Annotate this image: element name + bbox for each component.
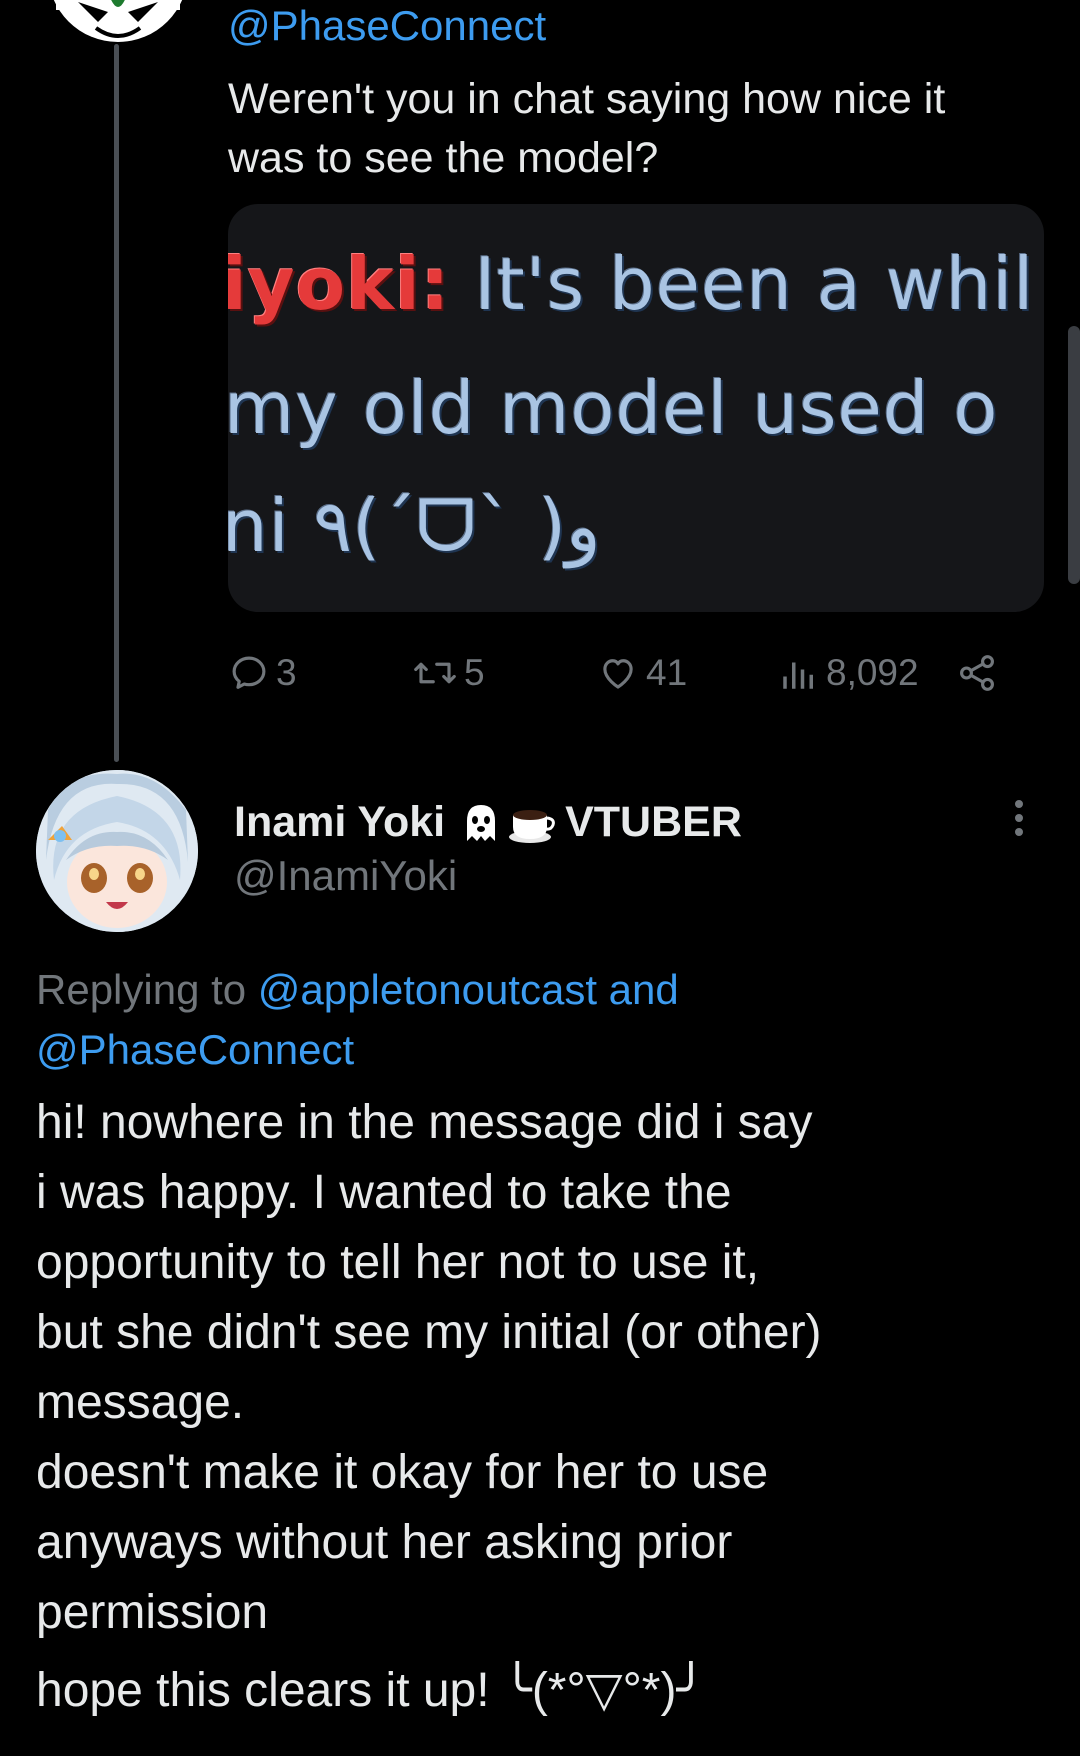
replying-to-context: Replying to @appletonoutcast and @PhaseCo…: [36, 960, 1046, 1080]
reply-button[interactable]: 3: [228, 648, 297, 698]
parent-avatar[interactable]: [38, 0, 198, 48]
more-dots-icon: [1015, 800, 1023, 836]
repost-icon: [414, 662, 456, 684]
parent-media-image[interactable]: iyoki: It's been a whil my old model use…: [228, 204, 1044, 612]
author-name-row[interactable]: Inami Yoki VTUBER: [234, 798, 742, 847]
share-icon: [960, 655, 994, 691]
reply-count: 3: [276, 652, 297, 693]
reply-text-line: doesn't make it okay for her to use: [36, 1446, 769, 1499]
ghost-icon: [467, 804, 496, 841]
name-emojis: [459, 801, 557, 845]
chat-line-1: iyoki: It's been a whil: [228, 242, 1034, 326]
replying-and[interactable]: and: [597, 966, 679, 1013]
reply-text-line: hi! nowhere in the message did i say: [36, 1096, 813, 1149]
reply-text-line: permission: [36, 1586, 269, 1639]
chat-username: iyoki:: [228, 242, 451, 326]
author-name-suffix: VTUBER: [565, 798, 742, 846]
reply-text-line: opportunity to tell her not to use it,: [36, 1236, 760, 1289]
parent-text-line: was to see the model?: [228, 134, 659, 182]
reply-text-line: but she didn't see my initial (or other): [36, 1306, 822, 1359]
scrollbar[interactable]: [1068, 326, 1080, 584]
reply-text-line: i was happy. I wanted to take the: [36, 1166, 732, 1219]
author-handle[interactable]: @InamiYoki: [234, 852, 457, 900]
chat-line-3: ni ٩(ˊᗜˋ )و: [228, 484, 601, 568]
share-button[interactable]: [956, 648, 998, 698]
author-avatar-image: [36, 770, 198, 932]
views-button[interactable]: 8,092: [778, 648, 919, 698]
reply-tweet-text: hi! nowhere in the message did i say i w…: [36, 1088, 1056, 1726]
more-options-button[interactable]: [1004, 796, 1034, 840]
views-count: 8,092: [826, 652, 919, 693]
like-button[interactable]: 41: [596, 648, 687, 698]
like-count: 41: [646, 652, 688, 693]
mention-appletonoutcast[interactable]: @appletonoutcast: [258, 966, 597, 1013]
chat-line-2: my old model used o: [228, 366, 999, 450]
reply-text-line: hope this clears it up! ╰(*°▽°*)╯: [36, 1664, 706, 1717]
mention-phaseconnect[interactable]: @PhaseConnect: [36, 1026, 354, 1073]
reply-text-line: message.: [36, 1376, 245, 1429]
author-display-name: Inami Yoki: [234, 798, 446, 846]
parent-action-bar: 3 5 41 8,092: [228, 648, 1028, 698]
coffee-icon: [509, 809, 555, 843]
thread-connector-line: [114, 44, 119, 762]
parent-handle-link[interactable]: @PhaseConnect: [228, 2, 546, 50]
author-avatar[interactable]: [36, 770, 198, 932]
replying-prefix: Replying to: [36, 966, 258, 1013]
parent-tweet-text: Weren't you in chat saying how nice it w…: [228, 70, 1018, 188]
views-chart-icon: [783, 662, 813, 689]
parent-text-line: Weren't you in chat saying how nice it: [228, 75, 946, 123]
reply-icon: [232, 656, 266, 689]
repost-count: 5: [464, 652, 485, 693]
repost-button[interactable]: 5: [412, 648, 485, 698]
parent-avatar-image: [53, 0, 183, 42]
reply-text-line: anyways without her asking prior: [36, 1516, 733, 1569]
heart-icon: [603, 659, 633, 689]
chat-message-text: It's been a whil: [450, 242, 1035, 326]
